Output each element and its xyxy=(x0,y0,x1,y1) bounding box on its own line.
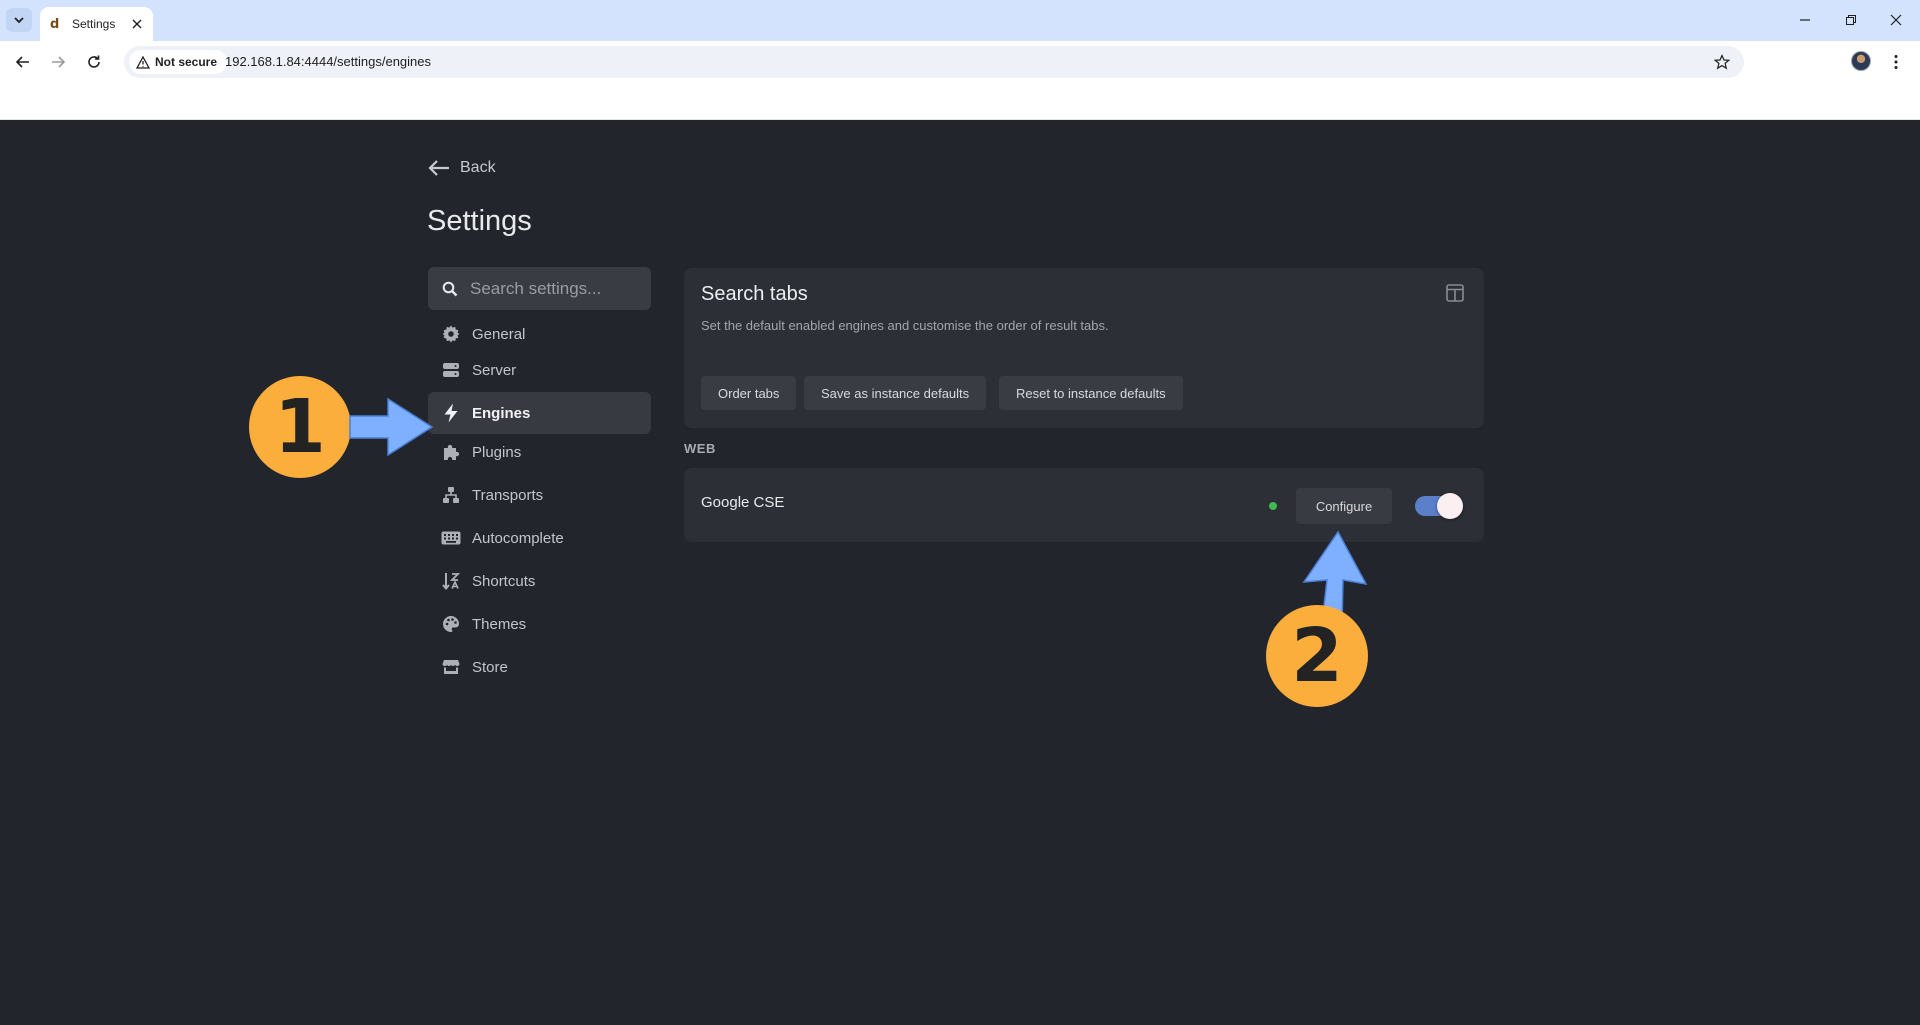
sidebar-item-plugins[interactable]: Plugins xyxy=(428,431,651,473)
sidebar-item-label: Shortcuts xyxy=(472,572,536,590)
star-icon xyxy=(1714,54,1730,70)
address-bar[interactable]: Not secure 192.168.1.84:4444/settings/en… xyxy=(124,46,1744,78)
minimize-icon xyxy=(1800,19,1810,21)
network-icon xyxy=(441,485,461,505)
palette-icon xyxy=(441,614,461,634)
sidebar-item-transports[interactable]: Transports xyxy=(428,474,651,516)
back-label: Back xyxy=(460,159,496,176)
card-title: Search tabs xyxy=(701,283,808,305)
puzzle-icon xyxy=(441,442,461,462)
minimize-button[interactable] xyxy=(1790,8,1820,32)
favicon-icon: d xyxy=(50,16,60,32)
card-description: Set the default enabled engines and cust… xyxy=(701,318,1109,333)
restore-icon xyxy=(1846,15,1856,25)
sidebar-item-label: Transports xyxy=(472,486,544,504)
close-window-button[interactable] xyxy=(1881,8,1911,32)
sidebar-item-engines[interactable]: Engines xyxy=(428,392,651,434)
sidebar-item-label: Engines xyxy=(472,404,531,422)
bookmarks-bar xyxy=(0,82,1920,120)
sort-icon xyxy=(441,571,461,591)
security-chip[interactable]: Not secure xyxy=(129,50,228,74)
sidebar-item-themes[interactable]: Themes xyxy=(428,603,651,645)
order-tabs-button[interactable]: Order tabs xyxy=(701,376,797,410)
back-link[interactable]: Back xyxy=(428,159,496,177)
profile-avatar[interactable] xyxy=(1851,51,1871,71)
step-badge-2: 2 xyxy=(1266,605,1368,707)
lightning-icon xyxy=(441,403,461,423)
settings-page: Back Settings General Server Engines Plu… xyxy=(0,121,1920,1025)
sidebar-item-label: Plugins xyxy=(472,443,522,461)
settings-search[interactable] xyxy=(428,267,651,310)
close-tab-button[interactable] xyxy=(129,16,145,32)
step-badge-1: 1 xyxy=(249,376,351,478)
close-icon xyxy=(1890,14,1902,26)
search-icon xyxy=(442,281,458,296)
section-label: WEB xyxy=(684,441,716,456)
page-title: Settings xyxy=(427,205,532,237)
engine-toggle[interactable] xyxy=(1415,493,1463,519)
search-tabs-card: Search tabs Set the default enabled engi… xyxy=(684,268,1484,428)
gear-icon xyxy=(441,324,461,344)
save-defaults-button[interactable]: Save as instance defaults xyxy=(804,376,987,410)
browser-tabstrip: d Settings xyxy=(0,0,1920,41)
keyboard-icon xyxy=(441,528,461,548)
close-icon xyxy=(132,19,142,29)
layout-icon[interactable] xyxy=(1446,284,1464,302)
forward-nav-button[interactable] xyxy=(45,49,71,75)
browser-menu-button[interactable] xyxy=(1886,49,1906,75)
sidebar-item-label: Store xyxy=(472,658,508,676)
reset-defaults-button[interactable]: Reset to instance defaults xyxy=(999,376,1183,410)
tab-title: Settings xyxy=(72,17,116,31)
reload-button[interactable] xyxy=(81,49,107,75)
back-nav-button[interactable] xyxy=(10,49,36,75)
arrow-left-icon xyxy=(428,160,449,176)
status-dot xyxy=(1269,502,1277,510)
sidebar-item-server[interactable]: Server xyxy=(428,349,651,391)
browser-toolbar: Not secure 192.168.1.84:4444/settings/en… xyxy=(0,41,1920,82)
restore-button[interactable] xyxy=(1836,8,1866,32)
kebab-menu-icon xyxy=(1894,55,1898,69)
chevron-down-icon xyxy=(14,17,24,24)
engine-name: Google CSE xyxy=(701,494,785,511)
arrow-left-icon xyxy=(15,56,29,68)
url-text[interactable]: 192.168.1.84:4444/settings/engines xyxy=(225,54,431,69)
sidebar-item-label: Autocomplete xyxy=(472,529,564,547)
sidebar-item-label: Themes xyxy=(472,615,527,633)
sidebar-item-shortcuts[interactable]: Shortcuts xyxy=(428,560,651,602)
arrow-right-icon xyxy=(52,56,66,68)
toggle-knob xyxy=(1437,493,1463,519)
sidebar-item-label: Server xyxy=(472,361,517,379)
sidebar-item-store[interactable]: Store xyxy=(428,646,651,688)
arrow-right-icon xyxy=(349,397,434,457)
sidebar-item-autocomplete[interactable]: Autocomplete xyxy=(428,517,651,559)
sidebar-item-label: General xyxy=(472,325,526,343)
bookmark-button[interactable] xyxy=(1712,52,1732,72)
store-icon xyxy=(441,657,461,677)
search-input[interactable] xyxy=(470,278,640,299)
tab-search-button[interactable] xyxy=(6,8,32,32)
configure-button[interactable]: Configure xyxy=(1296,488,1392,524)
security-label: Not secure xyxy=(155,55,218,69)
browser-tab[interactable]: d Settings xyxy=(40,7,153,41)
server-icon xyxy=(441,360,461,380)
warning-icon xyxy=(136,55,150,69)
reload-icon xyxy=(88,55,100,68)
